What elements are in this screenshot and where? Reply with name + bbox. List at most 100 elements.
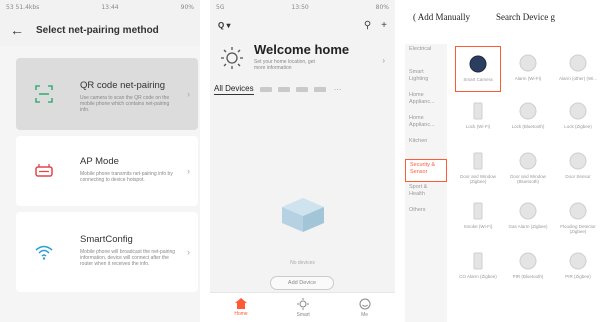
nav-label: Me	[361, 311, 369, 318]
device-tile[interactable]: Flooding Detector (Zigbee)	[555, 194, 601, 240]
device-tile[interactable]: Alarm (Wi-Fi)	[505, 46, 551, 92]
room-tab[interactable]	[313, 86, 326, 92]
chevron-right-icon: ›	[187, 166, 190, 176]
device-tile[interactable]: Lock (Zigbee)	[555, 94, 601, 140]
nav-smart[interactable]: Smart	[296, 297, 310, 318]
device-label: Lock (Wi-Fi)	[465, 124, 491, 129]
method-description: Mobile phone transmits net-pairing info …	[80, 171, 173, 183]
category-item[interactable]: Electrical	[405, 44, 447, 67]
category-item[interactable]: Kitchen	[405, 136, 447, 159]
tab-all-devices[interactable]: All Devices	[214, 84, 254, 95]
device-tile[interactable]: Lock (Bluetooth)	[505, 94, 551, 140]
device-icon	[517, 52, 539, 74]
device-icon	[567, 52, 589, 74]
device-tile[interactable]: Smoke (Wi-Fi)	[455, 194, 501, 240]
home-icon	[235, 298, 248, 309]
device-label: Alarm (Wi-Fi)	[514, 76, 542, 81]
status-battery: 80%	[375, 3, 389, 11]
home-screen: 5G 13:50 80% Q ▾ ⚲ + Welcome home Set yo…	[210, 0, 395, 322]
ap-mode-method-card[interactable]: AP Mode Mobile phone transmits net-pairi…	[16, 136, 198, 206]
no-devices-text: No devices	[290, 260, 315, 266]
device-tile[interactable]: Smart Camera	[455, 46, 501, 92]
category-list: Electrical Smart Lighting Home Applianc...…	[405, 44, 447, 322]
welcome-banner[interactable]: Welcome home Set your home location, get…	[210, 36, 395, 80]
device-tile[interactable]: PIR (Zigbee)	[555, 244, 601, 290]
qr-scan-icon	[32, 82, 56, 106]
nav-me[interactable]: Me	[359, 298, 371, 318]
status-battery: 90%	[180, 3, 194, 11]
category-item[interactable]: Sport & Health	[405, 182, 447, 205]
device-icon	[517, 150, 539, 172]
bottom-nav: Home Smart Me	[210, 292, 395, 322]
device-tile[interactable]: CO Alarm (Zigbee)	[455, 244, 501, 290]
device-label: PIR (Bluetooth)	[512, 274, 544, 279]
room-tab[interactable]	[295, 86, 308, 92]
method-description: Mobile phone will broadcast the net-pair…	[80, 249, 176, 267]
page-title: Select net-pairing method	[36, 24, 159, 36]
header: ← Select net-pairing method	[0, 14, 200, 46]
device-icon	[467, 250, 489, 272]
device-label: Gas Alarm (Zigbee)	[508, 224, 548, 229]
back-arrow-icon[interactable]: ←	[10, 22, 30, 38]
category-item[interactable]: Others	[405, 205, 447, 228]
status-time: 13:50	[291, 3, 309, 11]
nav-label: Smart	[296, 311, 310, 318]
nav-home[interactable]: Home	[234, 298, 248, 317]
status-bar: 53 51.4kbs 13:44 90%	[0, 0, 200, 14]
smartconfig-method-card[interactable]: SmartConfig Mobile phone will broadcast …	[16, 212, 198, 292]
add-device-button[interactable]: Add Device	[270, 276, 334, 290]
device-icon	[567, 200, 589, 222]
device-tile[interactable]: Door Sensor	[555, 144, 601, 190]
net-pairing-screen: 53 51.4kbs 13:44 90% ← Select net-pairin…	[0, 0, 200, 322]
sun-icon	[221, 47, 243, 69]
status-bar: 5G 13:50 80%	[210, 0, 395, 14]
device-tile[interactable]: Door and Window (Bluetooth)	[505, 144, 551, 190]
device-icon	[517, 200, 539, 222]
device-tile[interactable]: Door and Window (Zigbee)	[455, 144, 501, 190]
router-icon	[32, 159, 56, 183]
category-item[interactable]: Smart Lighting	[405, 67, 447, 90]
home-selector[interactable]: Q ▾	[218, 21, 230, 30]
device-label: Smoke (Wi-Fi)	[463, 224, 493, 229]
device-label: Alarm (other) (Wi...	[558, 76, 597, 81]
device-icon	[467, 100, 489, 122]
tab-add-manually[interactable]: ( Add Manually	[413, 12, 470, 22]
welcome-subtitle: Set your home location, get more informa…	[254, 59, 315, 71]
device-tile[interactable]: Lock (Wi-Fi)	[455, 94, 501, 140]
device-label: Smart Camera	[463, 77, 493, 82]
device-icon	[567, 150, 589, 172]
status-time: 13:44	[101, 3, 119, 11]
device-icon	[467, 150, 489, 172]
device-label: Door and Window (Bluetooth)	[510, 174, 546, 184]
device-tile[interactable]: Alarm (other) (Wi...	[555, 46, 601, 92]
device-label: Door and Window (Zigbee)	[460, 174, 496, 184]
add-icon[interactable]: +	[381, 20, 387, 31]
method-title: SmartConfig	[80, 234, 133, 245]
device-tile[interactable]: PIR (Bluetooth)	[505, 244, 551, 290]
device-list-empty: No devices	[210, 110, 395, 280]
device-icon	[467, 200, 489, 222]
qr-code-method-card[interactable]: QR code net-pairing Use camera to scan t…	[16, 58, 198, 130]
tab-search-device[interactable]: Search Device g	[496, 12, 555, 22]
device-tile[interactable]: Gas Alarm (Zigbee)	[505, 194, 551, 240]
room-tab[interactable]	[277, 86, 290, 92]
microphone-icon[interactable]: ⚲	[364, 20, 371, 31]
home-topbar: Q ▾ ⚲ +	[210, 14, 395, 36]
nav-label: Home	[234, 311, 248, 317]
welcome-title: Welcome home	[254, 42, 350, 57]
device-label: Lock (Bluetooth)	[511, 124, 545, 129]
status-signal: 5G	[216, 3, 225, 11]
wifi-icon	[32, 240, 56, 264]
category-item[interactable]: Home Applianc...	[405, 113, 447, 136]
category-item[interactable]: Home Applianc...	[405, 90, 447, 113]
device-label: Flooding Detector (Zigbee)	[560, 224, 596, 234]
chevron-right-icon: ›	[187, 89, 190, 99]
device-label: CO Alarm (Zigbee)	[459, 274, 497, 279]
camera-icon	[467, 53, 489, 75]
add-device-screen: ( Add Manually Search Device g Electrica…	[405, 0, 601, 322]
room-tab[interactable]	[259, 86, 272, 92]
empty-box-icon	[282, 198, 324, 232]
smart-icon	[297, 297, 310, 310]
more-icon[interactable]: ···	[334, 85, 342, 94]
category-item[interactable]: Security & Sensor	[405, 159, 447, 182]
